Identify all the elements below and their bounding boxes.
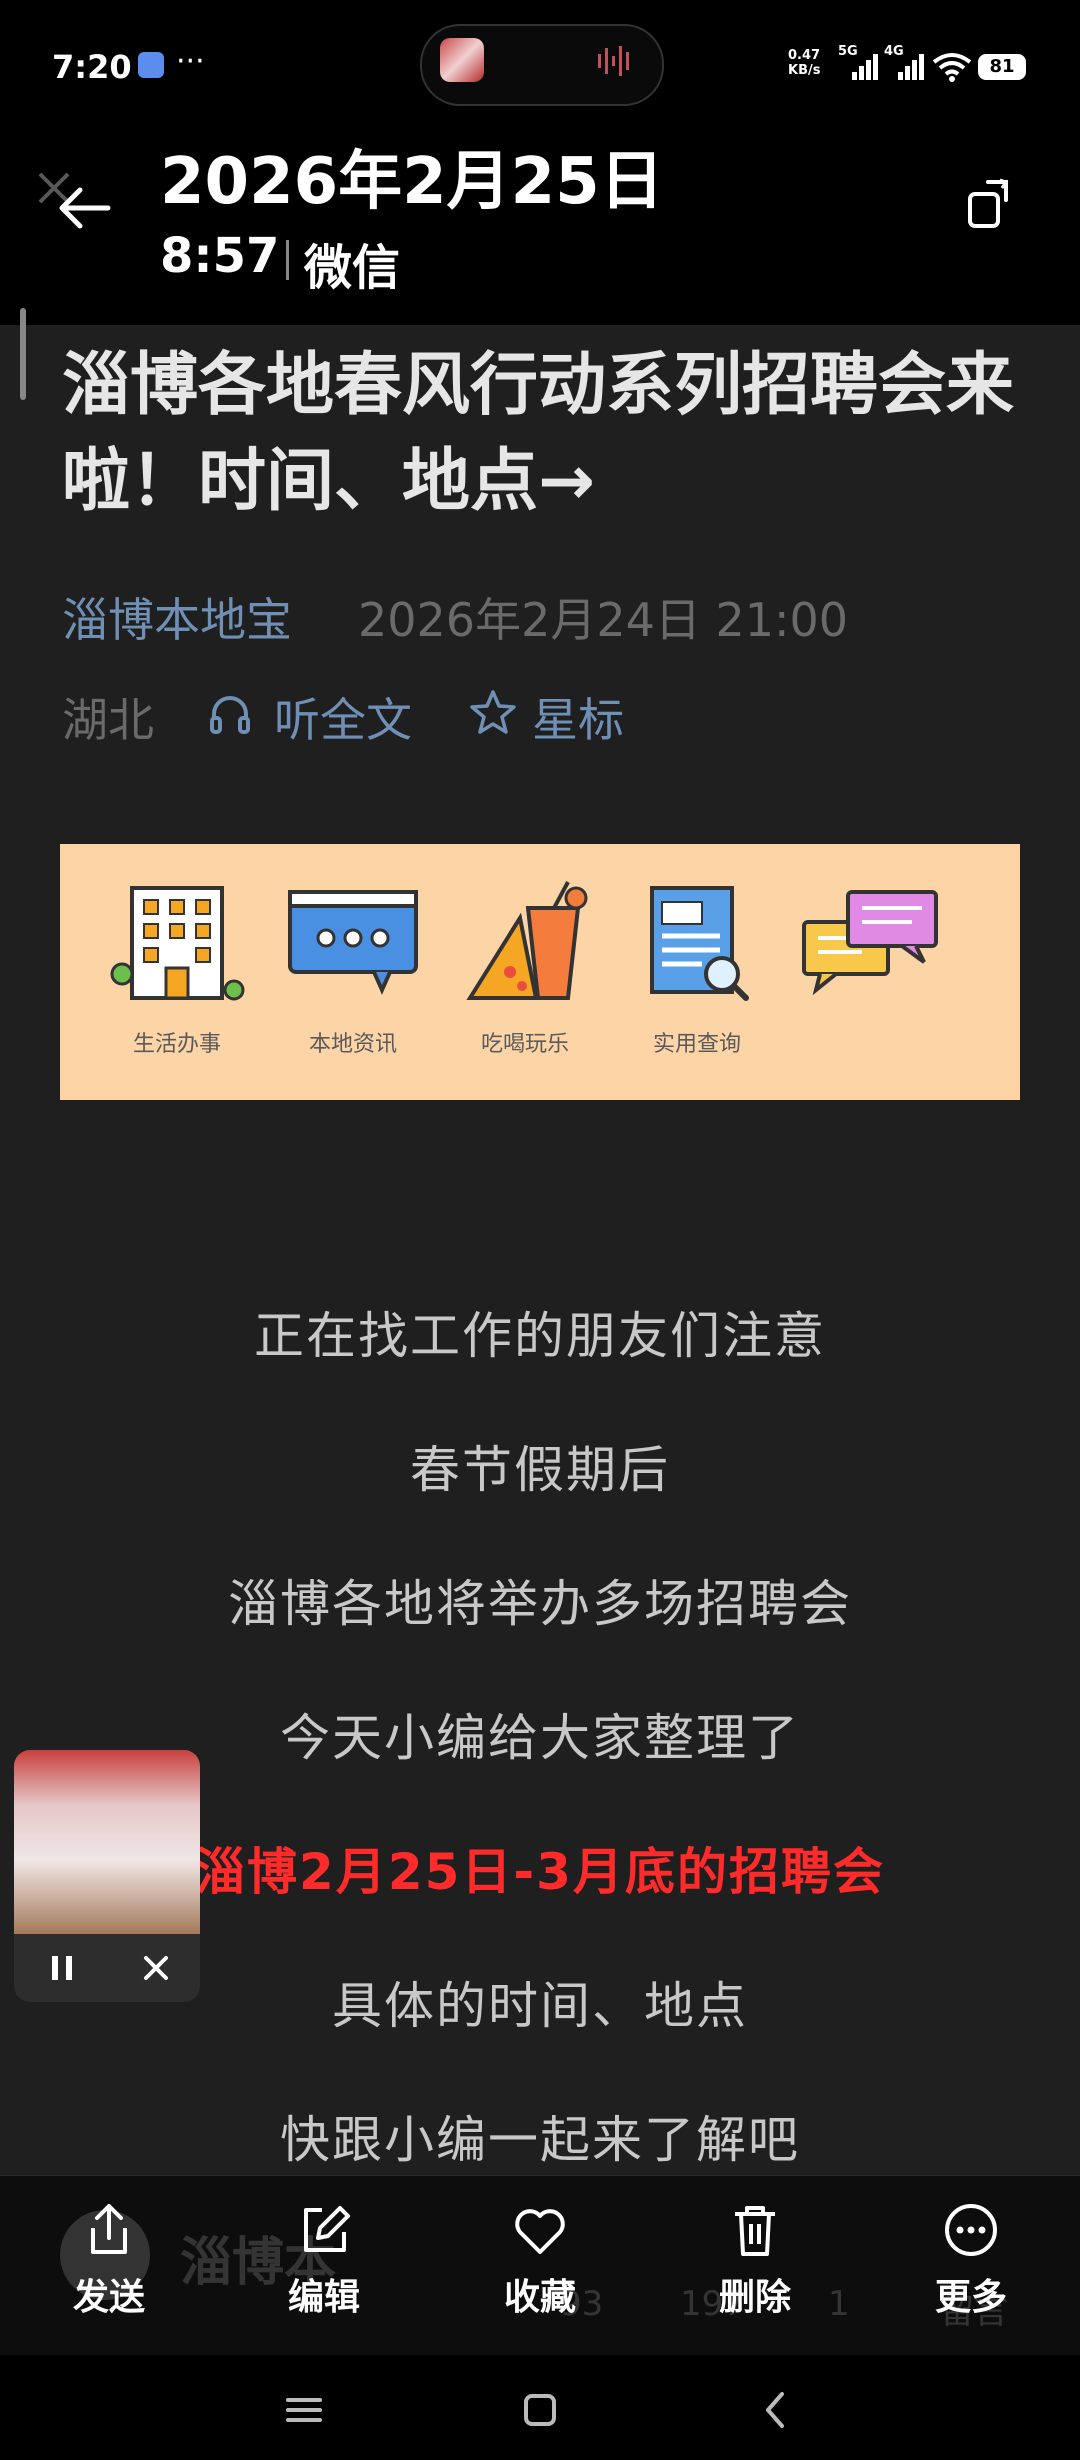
back-arrow-icon[interactable] [52,176,116,240]
scroll-indicator[interactable] [20,308,26,400]
document-search-icon [650,886,749,1001]
network-speed-value: 0.47 [788,48,821,63]
favorite-button[interactable]: 收藏 [465,2200,615,2340]
edit-button[interactable]: 编辑 [249,2200,399,2340]
close-icon[interactable] [136,1948,176,1988]
banner-item-food-fun[interactable]: 吃喝玩乐 [450,844,600,1100]
messages-icon [802,890,938,996]
edit-label: 编辑 [287,2277,360,2318]
article-title: 淄博各地春风行动系列招聘会来啦！时间、地点→ [62,346,1015,521]
sub-time: 8:57 [160,228,280,284]
delete-button[interactable]: 删除 [680,2200,830,2340]
drink-pizza-icon [466,881,588,1000]
recent-apps-icon[interactable] [282,2388,326,2432]
publish-date: 2026年2月24日 21:00 [358,593,849,647]
article-paragraph: 快跟小编一起来了解吧 [280,2111,800,2169]
favorite-label: 收藏 [503,2277,576,2318]
nav-back-icon[interactable] [754,2388,798,2432]
send-button[interactable]: 发送 [34,2200,184,2340]
audio-wave-icon [598,46,629,76]
rotate-icon[interactable] [962,176,1018,232]
status-time: 7:20 [52,48,132,86]
banner-label: 本地资讯 [308,1032,397,1057]
banner-label: 吃喝玩乐 [480,1032,569,1057]
home-icon[interactable] [518,2388,562,2432]
battery-level: 81 [978,54,1026,80]
pause-icon[interactable] [42,1948,82,1988]
page-title: 2026年2月25日 [160,145,664,219]
more-button[interactable]: 更多 [896,2200,1046,2340]
delete-label: 删除 [718,2277,791,2318]
floating-video-player[interactable] [14,1750,200,2002]
trash-icon [735,2206,775,2256]
banner-label: 生活办事 [132,1032,221,1057]
source-app: 微信 [304,240,401,296]
chat-bubble-icon [288,890,418,995]
video-thumbnail[interactable] [14,1750,200,1934]
wifi-icon [932,53,972,82]
banner-item-messages[interactable] [796,844,946,1100]
banner-label: 实用查询 [652,1032,741,1057]
more-label: 更多 [934,2277,1007,2318]
banner-item-practical-query[interactable]: 实用查询 [622,844,772,1100]
more-notifications-icon: ··· [176,44,205,79]
building-icon [110,886,245,1001]
ghost-count-3: 1 [828,2284,850,2324]
headphones-icon[interactable] [206,690,254,738]
network-speed-unit: KB/s [788,63,821,78]
send-label: 发送 [72,2277,145,2318]
notification-app-icon [138,52,164,78]
share-icon [91,2204,127,2254]
location-label: 湖北 [62,693,154,747]
star-icon[interactable] [468,688,518,738]
more-icon [945,2204,997,2256]
network-speed: 0.47 KB/s [788,48,820,78]
banner-item-life-services[interactable]: 生活办事 [102,844,252,1100]
banner-item-local-news[interactable]: 本地资讯 [278,844,428,1100]
media-thumbnail [440,38,484,82]
listen-full-text-button[interactable]: 听全文 [274,684,412,750]
article-paragraph: 淄博各地将举办多场招聘会 [228,1575,852,1633]
edit-icon [304,2206,350,2252]
star-button[interactable]: 星标 [532,684,624,750]
service-banner: 生活办事 本地资讯 吃喝玩乐 实用查询 [60,844,1020,1100]
article-paragraph: 正在找工作的朋友们注意 [254,1307,826,1365]
separator [286,240,289,280]
heart-icon [515,2209,565,2254]
article-paragraph: 春节假期后 [410,1441,670,1499]
account-name-link[interactable]: 淄博本地宝 [62,584,292,650]
